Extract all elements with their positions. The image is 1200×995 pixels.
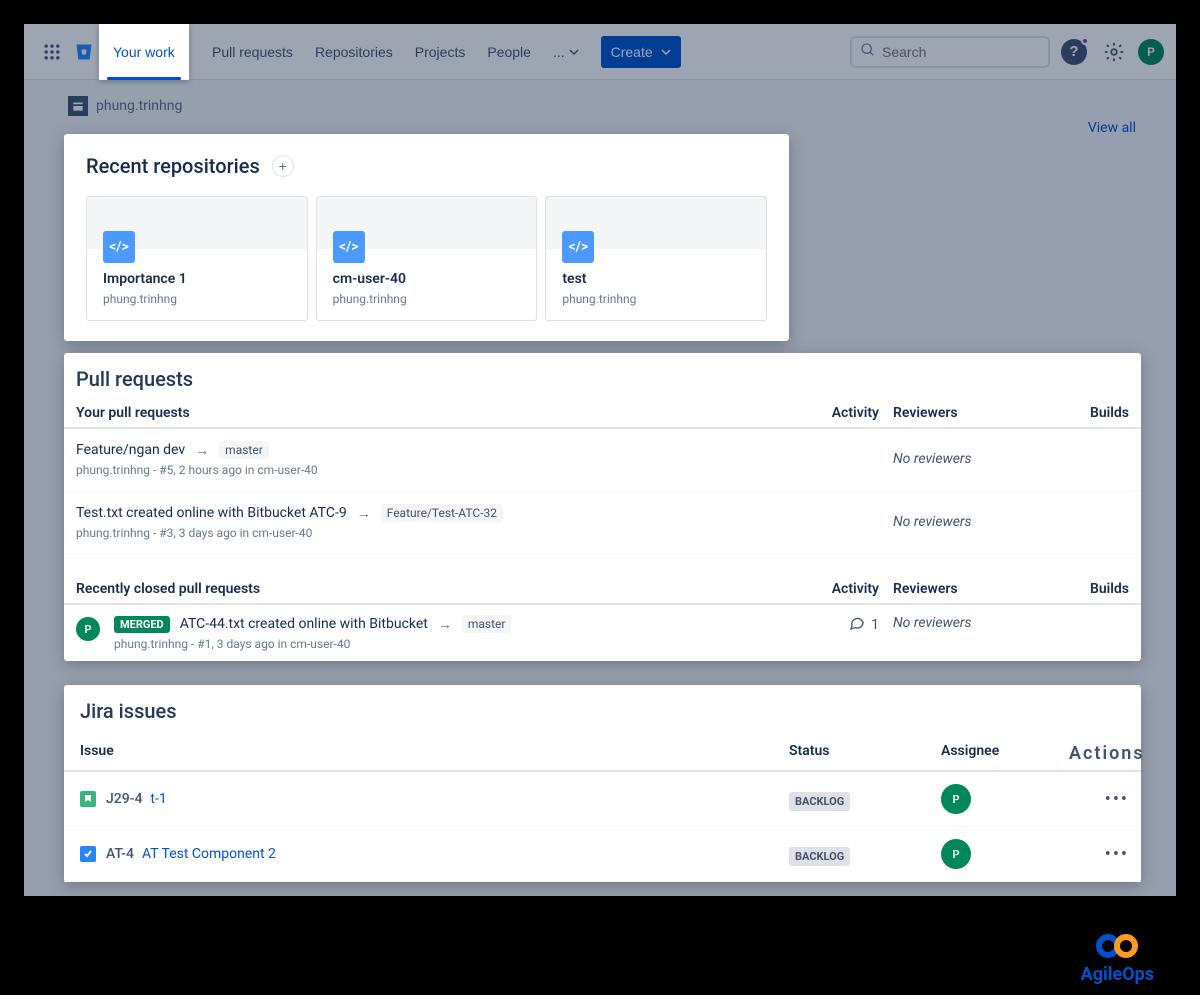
target-branch-tag: master <box>462 615 512 633</box>
pull-request-row[interactable]: Feature/ngan dev → master phung.trinhng … <box>64 429 1141 492</box>
nav-repositories[interactable]: Repositories <box>305 36 403 68</box>
column-reviewers: Reviewers <box>879 581 1049 597</box>
pr-meta: #1, 3 days ago in cm-user-40 <box>197 637 350 651</box>
settings-button[interactable] <box>1098 36 1130 68</box>
issue-key: J29-4 <box>106 791 142 807</box>
column-builds: Builds <box>1049 405 1129 421</box>
arrow-right-icon: → <box>438 616 452 633</box>
issue-actions-button[interactable]: ••• <box>1069 789 1129 810</box>
breadcrumb: phung.trinhng <box>64 96 1136 116</box>
profile-icon <box>68 96 88 116</box>
pr-meta: #3, 3 days ago in cm-user-40 <box>159 526 312 540</box>
column-your-prs: Your pull requests <box>76 405 799 421</box>
chevron-down-icon <box>569 44 579 60</box>
more-label: ... <box>553 44 565 60</box>
issue-row[interactable]: J29-4 t-1 BACKLOG P ••• <box>64 772 1141 827</box>
pr-title: Feature/ngan dev <box>76 442 185 458</box>
agileops-text: AgileOps <box>1081 964 1154 985</box>
add-repository-button[interactable]: + <box>272 155 294 177</box>
column-closed-prs: Recently closed pull requests <box>76 581 799 597</box>
jira-heading: Jira issues <box>64 699 1141 737</box>
pr-author: phung.trinhng <box>76 463 150 477</box>
repo-card[interactable]: </> cm-user-40 phung.trinhng <box>316 196 538 321</box>
jira-issues-panel: Jira issues Issue Status Assignee Action… <box>64 685 1141 882</box>
help-button[interactable]: ? <box>1058 36 1090 68</box>
repo-owner: phung.trinhng <box>317 292 537 306</box>
assignee-avatar: P <box>941 839 971 869</box>
column-actions: Actions <box>1069 743 1129 764</box>
pr-author: phung.trinhng <box>114 637 188 651</box>
author-avatar: P <box>76 617 100 641</box>
view-all-link[interactable]: View all <box>1088 120 1136 136</box>
search-input[interactable] <box>882 44 1040 60</box>
agileops-logo: AgileOps <box>1081 934 1154 985</box>
create-label: Create <box>611 44 653 60</box>
status-badge: BACKLOG <box>789 847 850 866</box>
pr-reviewers: No reviewers <box>879 441 1049 477</box>
nav-pull-requests[interactable]: Pull requests <box>202 36 303 68</box>
story-icon <box>80 791 96 807</box>
repo-owner: phung.trinhng <box>546 292 766 306</box>
nav-people[interactable]: People <box>477 36 541 68</box>
column-builds: Builds <box>1049 581 1129 597</box>
code-icon: </> <box>333 231 365 263</box>
breadcrumb-user[interactable]: phung.trinhng <box>96 98 182 114</box>
recent-heading: Recent repositories <box>86 154 260 178</box>
nav-your-work[interactable]: Your work <box>103 36 185 68</box>
column-activity: Activity <box>799 405 879 421</box>
column-assignee: Assignee <box>909 743 1069 764</box>
code-icon: </> <box>103 231 135 263</box>
nav-more[interactable]: ... <box>543 36 589 68</box>
task-icon <box>80 846 96 862</box>
pr-author: phung.trinhng <box>76 526 150 540</box>
bitbucket-logo-icon[interactable] <box>70 42 98 62</box>
arrow-right-icon: → <box>195 442 209 459</box>
pr-reviewers: No reviewers <box>879 504 1049 540</box>
pr-meta: #5, 2 hours ago in cm-user-40 <box>159 463 317 477</box>
pull-request-row[interactable]: Test.txt created online with Bitbucket A… <box>64 492 1141 555</box>
column-issue: Issue <box>80 743 789 764</box>
pr-title: Test.txt created online with Bitbucket A… <box>76 505 347 521</box>
nav-projects[interactable]: Projects <box>405 36 476 68</box>
status-badge: BACKLOG <box>789 792 850 811</box>
repo-card[interactable]: </> test phung.trinhng <box>545 196 767 321</box>
issue-summary: AT Test Component 2 <box>142 846 276 862</box>
activity-count: 1 <box>871 617 879 633</box>
merged-badge: MERGED <box>114 616 170 633</box>
arrow-right-icon: → <box>357 505 371 522</box>
issue-actions-button[interactable]: ••• <box>1069 844 1129 865</box>
column-status: Status <box>789 743 909 764</box>
pull-requests-panel: Pull requests Your pull requests Activit… <box>64 353 1141 661</box>
create-button[interactable]: Create <box>601 36 681 68</box>
code-icon: </> <box>562 231 594 263</box>
recent-repositories-panel: Recent repositories + </> Importance 1 p… <box>64 134 789 341</box>
issue-row[interactable]: AT-4 AT Test Component 2 BACKLOG P ••• <box>64 827 1141 882</box>
repo-card[interactable]: </> Importance 1 phung.trinhng <box>86 196 308 321</box>
repo-owner: phung.trinhng <box>87 292 307 306</box>
profile-avatar[interactable]: P <box>1138 39 1164 65</box>
assignee-avatar: P <box>941 784 971 814</box>
pr-reviewers: No reviewers <box>879 615 1049 631</box>
search-icon <box>860 42 876 62</box>
pr-title: ATC-44.txt created online with Bitbucket <box>180 616 428 632</box>
help-icon: ? <box>1061 39 1087 65</box>
target-branch-tag: master <box>219 441 269 459</box>
chevron-down-icon <box>661 44 671 60</box>
app-switcher-icon[interactable] <box>36 36 68 68</box>
issue-summary: t-1 <box>150 791 166 807</box>
target-branch-tag: Feature/Test-ATC-32 <box>381 504 503 522</box>
issue-key: AT-4 <box>106 846 134 862</box>
top-nav: Pull requests Repositories Projects Peop… <box>24 24 1176 80</box>
closed-pr-row[interactable]: P MERGED ATC-44.txt created online with … <box>64 605 1141 661</box>
comment-icon <box>849 615 865 635</box>
column-activity: Activity <box>799 581 879 597</box>
search-input-wrapper[interactable] <box>850 36 1050 68</box>
column-reviewers: Reviewers <box>879 405 1049 421</box>
pull-requests-heading: Pull requests <box>64 367 1141 399</box>
